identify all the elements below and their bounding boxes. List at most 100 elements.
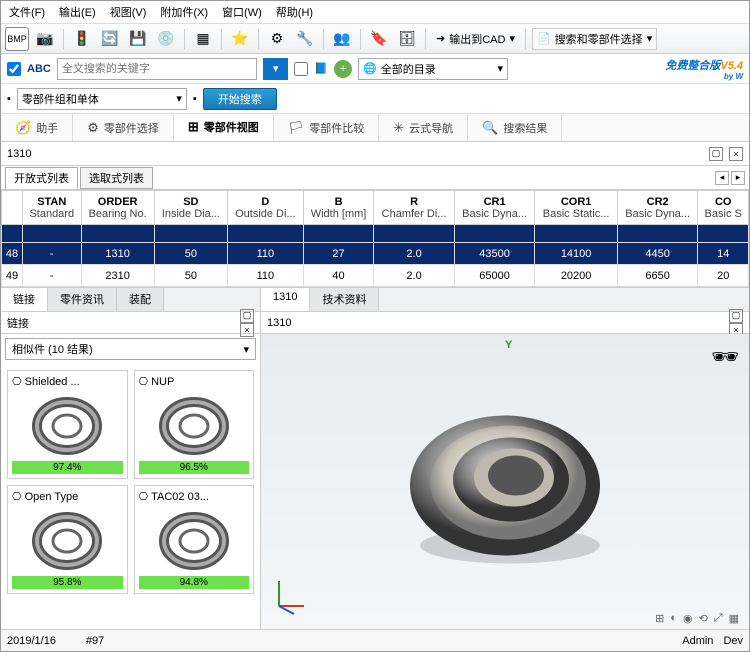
vt-icon[interactable]: ◉ <box>683 612 693 625</box>
gear2-icon[interactable]: 🔧 <box>293 27 317 51</box>
fulltext-search-input[interactable] <box>57 58 257 80</box>
open-list-tab[interactable]: 开放式列表 <box>5 167 78 189</box>
cube-icon: ⎔ <box>12 490 22 503</box>
viewport-header: 1310 <box>267 317 291 329</box>
tech-tab[interactable]: 技术资料 <box>310 288 379 311</box>
col-header[interactable]: COBasic S <box>698 191 749 225</box>
export-icon: ➜ <box>436 32 445 45</box>
assistant-icon: 🧭 <box>15 120 31 136</box>
abc-checkbox[interactable] <box>7 62 21 76</box>
col-header[interactable]: BWidth [mm] <box>303 191 374 225</box>
add-button[interactable]: + <box>334 60 352 78</box>
globe-icon: 🌐 <box>363 62 377 75</box>
traffic-icon[interactable]: 🚦 <box>70 27 94 51</box>
cell: 14100 <box>535 243 618 265</box>
filter-checkbox[interactable] <box>294 62 308 76</box>
vt-icon[interactable]: ⟲ <box>699 612 708 625</box>
menu-view[interactable]: 视图(V) <box>110 4 147 20</box>
col-header[interactable]: RChamfer Di... <box>374 191 455 225</box>
disk2-icon[interactable]: 💿 <box>154 27 178 51</box>
camera-icon[interactable]: 📷 <box>33 27 57 51</box>
assy-tab[interactable]: 装配 <box>117 288 164 311</box>
pane-min-button[interactable]: ▢ <box>240 309 254 323</box>
gear-icon: ⚙ <box>87 120 99 136</box>
status-admin[interactable]: Admin <box>682 635 713 647</box>
vt-icon[interactable]: ▦ <box>729 612 739 625</box>
export-cad-button[interactable]: ➜ 输出到CAD ▾ <box>432 31 519 47</box>
menu-window[interactable]: 窗口(W) <box>222 4 262 20</box>
match-score: 94.8% <box>139 576 250 589</box>
flag-icon: 🏳 <box>288 120 305 136</box>
scroll-left-button[interactable]: ◂ <box>715 171 729 185</box>
bmp-button[interactable]: BMP <box>5 27 29 51</box>
select-list-tab[interactable]: 选取式列表 <box>80 167 153 189</box>
search-dropdown-button[interactable]: ▾ <box>263 58 289 80</box>
component-select[interactable]: 零部件组和单体 ▾ <box>17 88 187 110</box>
card-thumb <box>154 392 234 457</box>
tab-part-select[interactable]: ⚙零部件选择 <box>73 114 174 141</box>
similar-card[interactable]: ⎔Open Type95.8% <box>7 485 128 594</box>
vt-icon[interactable]: ⤢ <box>714 612 723 625</box>
search-icon: 🔍 <box>482 120 498 136</box>
db-icon[interactable]: 🗄 <box>395 27 419 51</box>
table-row[interactable]: 48-131050110272.04350014100445014 <box>2 243 749 265</box>
vt-icon[interactable]: ◐ <box>670 612 677 625</box>
menu-file[interactable]: 文件(F) <box>9 4 45 20</box>
bullet-icon: ▪ <box>7 93 11 105</box>
tab-part-view[interactable]: ⊞零部件视图 <box>174 114 274 141</box>
similar-card[interactable]: ⎔TAC02 03...94.8% <box>134 485 255 594</box>
main-toolbar: BMP 📷 🚦 🔄 💾 💿 ▦ ⭐ ⚙ 🔧 👥 🔖 🗄 ➜ 输出到CAD ▾ 📄… <box>1 24 749 54</box>
menu-help[interactable]: 帮助(H) <box>276 4 313 20</box>
tab-cloud-nav[interactable]: ✳云式导航 <box>379 114 468 141</box>
info-tab[interactable]: 零件资讯 <box>48 288 117 311</box>
axis-triad-icon[interactable] <box>269 576 309 621</box>
tab-search-results[interactable]: 🔍搜索结果 <box>468 114 562 141</box>
status-dev[interactable]: Dev <box>723 635 743 647</box>
nav-tabs: 🧭助手 ⚙零部件选择 ⊞零部件视图 🏳零部件比较 ✳云式导航 🔍搜索结果 <box>1 114 749 142</box>
menu-addon[interactable]: 附加件(X) <box>160 4 208 20</box>
col-header[interactable]: COR1Basic Static... <box>535 191 618 225</box>
col-header[interactable]: CR1Basic Dyna... <box>454 191 535 225</box>
start-search-button[interactable]: 开始搜索 <box>203 88 277 110</box>
col-header[interactable]: ORDERBearing No. <box>81 191 154 225</box>
col-header[interactable]: CR2Basic Dyna... <box>617 191 698 225</box>
gear1-icon[interactable]: ⚙ <box>265 27 289 51</box>
book-icon[interactable]: 📘 <box>314 62 328 75</box>
star-icon[interactable]: ⭐ <box>228 27 252 51</box>
close-button[interactable]: × <box>729 147 743 161</box>
search-parts-button[interactable]: 📄 搜索和零部件选择 ▾ <box>532 28 657 50</box>
abc-label: ABC <box>27 63 51 75</box>
3d-glasses-icon[interactable]: 🕶 <box>711 344 739 370</box>
vt-icon[interactable]: ⊞ <box>655 612 664 625</box>
cell: 110 <box>227 243 303 265</box>
pane-close-button[interactable]: × <box>240 323 254 337</box>
catalog-select[interactable]: 🌐 全部的目录 ▾ <box>358 58 508 80</box>
cell: 2.0 <box>374 243 455 265</box>
vp-min-button[interactable]: ▢ <box>729 309 743 323</box>
left-pane: 链接 零件资讯 装配 链接 ▢× 相似件 (10 结果)▾ ⎔Shielded … <box>1 288 261 629</box>
cell: 27 <box>303 243 374 265</box>
col-header[interactable]: DOutside Di... <box>227 191 303 225</box>
3d-viewport[interactable]: Y Z 🕶 <box>261 334 749 629</box>
people-icon[interactable]: 👥 <box>330 27 354 51</box>
table-row[interactable]: 49-231050110402.06500020200665020 <box>2 265 749 287</box>
col-header[interactable]: SDInside Dia... <box>154 191 227 225</box>
tag-icon[interactable]: 🔖 <box>367 27 391 51</box>
col-header[interactable]: STANStandard <box>23 191 82 225</box>
similar-dropdown[interactable]: 相似件 (10 结果)▾ <box>5 338 256 360</box>
col-header[interactable] <box>2 191 23 225</box>
similar-card[interactable]: ⎔Shielded ...97.4% <box>7 370 128 479</box>
grid-icon[interactable]: ▦ <box>191 27 215 51</box>
minimize-button[interactable]: ▢ <box>709 147 723 161</box>
refresh-icon[interactable]: 🔄 <box>98 27 122 51</box>
link-tab[interactable]: 链接 <box>1 288 48 311</box>
bearing-model[interactable] <box>395 390 615 573</box>
1310-tab[interactable]: 1310 <box>261 288 310 311</box>
tab-part-compare[interactable]: 🏳零部件比较 <box>274 114 380 141</box>
similar-card[interactable]: ⎔NUP96.5% <box>134 370 255 479</box>
match-score: 97.4% <box>12 461 123 474</box>
tab-assistant[interactable]: 🧭助手 <box>1 114 73 141</box>
disk1-icon[interactable]: 💾 <box>126 27 150 51</box>
menu-output[interactable]: 输出(E) <box>59 4 96 20</box>
scroll-right-button[interactable]: ▸ <box>731 171 745 185</box>
